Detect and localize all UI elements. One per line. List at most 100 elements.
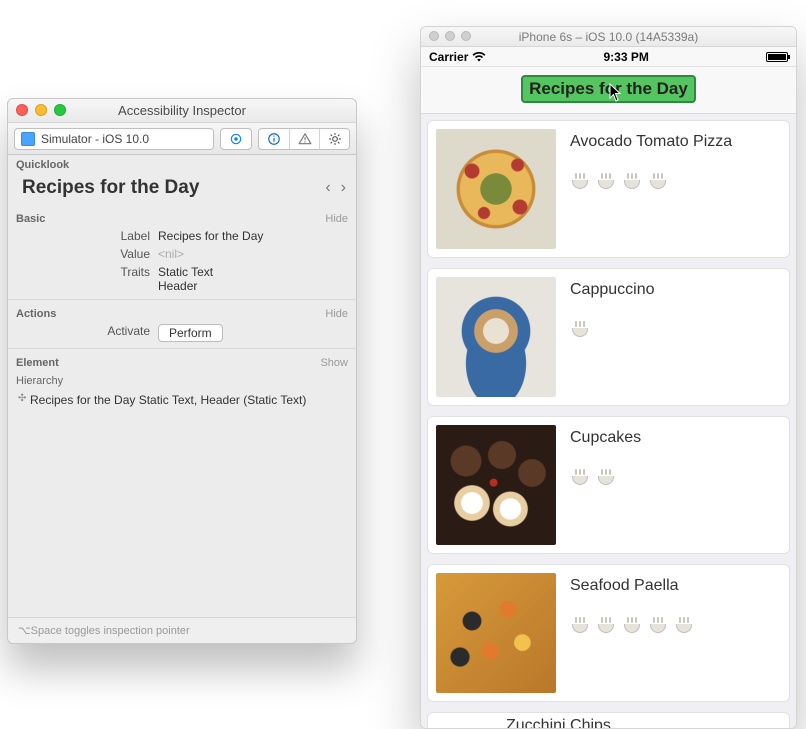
recipe-body: Cappuccino — [570, 277, 655, 337]
rating-bowl-icon — [648, 173, 668, 189]
perform-button[interactable]: Perform — [158, 324, 223, 342]
target-icon — [229, 132, 243, 146]
inspector-mode-segmented — [258, 128, 350, 150]
label-key: Label — [8, 229, 158, 243]
simulator-window: iPhone 6s – iOS 10.0 (14A5339a) Carrier … — [420, 26, 797, 729]
rating-bowl-icon — [596, 469, 616, 485]
actions-hide-button[interactable]: Hide — [325, 308, 348, 320]
wifi-icon — [472, 51, 486, 63]
simulator-titlebar[interactable]: iPhone 6s – iOS 10.0 (14A5339a) — [421, 27, 796, 47]
recipe-thumbnail — [436, 425, 556, 545]
recipe-thumbnail — [436, 715, 492, 728]
minimize-window-icon[interactable] — [35, 104, 47, 116]
recipe-title: Cappuccino — [570, 281, 655, 299]
zoom-window-icon[interactable] — [461, 31, 471, 41]
row-label: Label Recipes for the Day — [8, 227, 356, 245]
navigation-bar: Recipes for the Day — [421, 67, 796, 114]
battery-icon — [766, 52, 788, 62]
inspection-target-picker[interactable]: Simulator - iOS 10.0 — [14, 128, 214, 150]
close-window-icon[interactable] — [16, 104, 28, 116]
recipe-card[interactable]: Cupcakes — [427, 416, 790, 554]
traits-value: Static Text Header — [158, 265, 213, 293]
inspector-footer: ⌥Space toggles inspection pointer — [8, 617, 356, 643]
minimize-window-icon[interactable] — [445, 31, 455, 41]
hierarchy-label: Hierarchy — [16, 375, 63, 387]
recipe-thumbnail — [436, 129, 556, 249]
rating-bowl-icon — [674, 617, 694, 633]
basic-section-header: Basic Hide — [8, 209, 356, 227]
inspection-pointer-button[interactable] — [220, 128, 252, 150]
label-value: Recipes for the Day — [158, 229, 263, 243]
quicklook-value: Recipes for the Day — [22, 177, 199, 199]
info-icon — [267, 132, 281, 146]
warning-icon — [298, 132, 312, 146]
actions-label: Actions — [16, 308, 56, 320]
window-controls — [16, 104, 66, 116]
accessibility-inspector-window: Accessibility Inspector Simulator - iOS … — [7, 98, 357, 644]
recipe-thumbnail — [436, 573, 556, 693]
basic-hide-button[interactable]: Hide — [325, 213, 348, 225]
value-value: <nil> — [158, 247, 184, 261]
phone-screen: Carrier 9:33 PM Recipes for the Day Avoc… — [421, 47, 796, 728]
rating-bowl-icon — [622, 173, 642, 189]
quicklook-row: Recipes for the Day ‹ › — [8, 173, 356, 209]
recipe-thumbnail — [436, 277, 556, 397]
page-title: Recipes for the Day — [521, 75, 696, 103]
gear-icon — [328, 132, 342, 146]
recipe-card[interactable]: Avocado Tomato Pizza — [427, 120, 790, 258]
hierarchy-section-header: Hierarchy — [8, 371, 356, 389]
warnings-tab[interactable] — [289, 128, 319, 150]
settings-tab[interactable] — [319, 128, 349, 150]
recipe-rating — [570, 469, 641, 485]
recipe-list[interactable]: Avocado Tomato Pizza Cappuccino Cupcakes Se… — [421, 114, 796, 728]
recipe-card[interactable]: Zucchini Chips — [427, 712, 790, 728]
row-traits: Traits Static Text Header — [8, 263, 356, 295]
traits-line-2: Header — [158, 279, 213, 293]
audit-tab[interactable] — [259, 128, 289, 150]
activate-key: Activate — [8, 324, 158, 338]
rating-bowl-icon — [596, 173, 616, 189]
recipe-title: Avocado Tomato Pizza — [570, 133, 732, 151]
element-nav: ‹ › — [325, 179, 346, 197]
recipe-title: Cupcakes — [570, 429, 641, 447]
status-bar: Carrier 9:33 PM — [421, 47, 796, 67]
element-show-button[interactable]: Show — [320, 357, 348, 369]
actions-section-header: Actions Hide — [8, 304, 356, 322]
traits-line-1: Static Text — [158, 265, 213, 279]
recipe-body: Avocado Tomato Pizza — [570, 129, 732, 189]
element-section-header: Element Show — [8, 353, 356, 371]
carrier-label: Carrier — [429, 50, 468, 64]
inspector-title: Accessibility Inspector — [118, 103, 246, 118]
quicklook-label: Quicklook — [16, 159, 69, 171]
basic-label: Basic — [16, 213, 45, 225]
next-element-button[interactable]: › — [341, 179, 346, 197]
prev-element-button[interactable]: ‹ — [325, 179, 330, 197]
inspector-titlebar[interactable]: Accessibility Inspector — [8, 99, 356, 123]
zoom-window-icon[interactable] — [54, 104, 66, 116]
rating-bowl-icon — [622, 617, 642, 633]
rating-bowl-icon — [570, 469, 590, 485]
recipe-title: Zucchini Chips — [506, 717, 611, 728]
row-value: Value <nil> — [8, 245, 356, 263]
recipe-rating — [570, 321, 655, 337]
inspection-target-label: Simulator - iOS 10.0 — [41, 132, 149, 146]
recipe-title: Seafood Paella — [570, 577, 694, 595]
simulator-title: iPhone 6s – iOS 10.0 (14A5339a) — [519, 30, 698, 44]
quicklook-section-header: Quicklook — [8, 155, 356, 173]
recipe-card[interactable]: Seafood Paella — [427, 564, 790, 702]
recipe-card[interactable]: Cappuccino — [427, 268, 790, 406]
recipe-body: Cupcakes — [570, 425, 641, 485]
sim-window-controls — [429, 31, 471, 41]
recipe-rating — [570, 617, 694, 633]
element-label: Element — [16, 357, 59, 369]
close-window-icon[interactable] — [429, 31, 439, 41]
traits-key: Traits — [8, 265, 158, 279]
rating-bowl-icon — [570, 321, 590, 337]
inspector-toolbar: Simulator - iOS 10.0 — [8, 123, 356, 155]
recipe-body: Seafood Paella — [570, 573, 694, 633]
value-key: Value — [8, 247, 158, 261]
recipe-rating — [570, 173, 732, 189]
rating-bowl-icon — [596, 617, 616, 633]
hierarchy-item[interactable]: Recipes for the Day Static Text, Header … — [8, 389, 356, 411]
simulator-app-icon — [21, 132, 35, 146]
